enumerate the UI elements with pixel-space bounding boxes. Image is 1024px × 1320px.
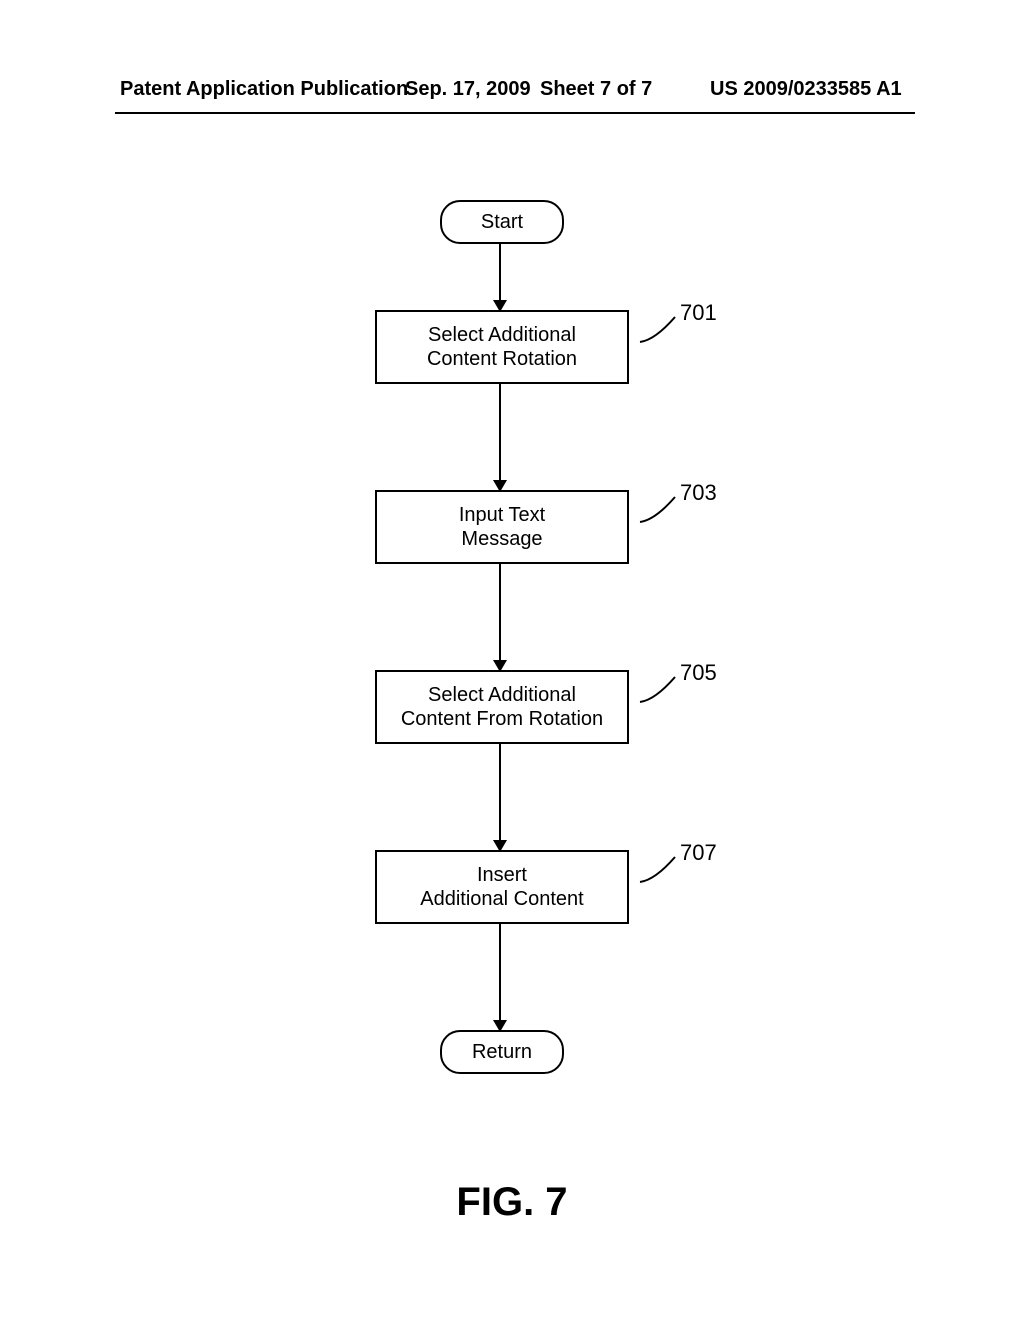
- reference-number-703: 703: [680, 480, 717, 506]
- process-step-4: InsertAdditional Content: [375, 850, 629, 924]
- process-step-2: Input TextMessage: [375, 490, 629, 564]
- reference-label: 707: [680, 840, 717, 865]
- patent-page: Patent Application Publication Sep. 17, …: [0, 0, 1024, 1320]
- arrow-step4-to-return: [499, 922, 501, 1030]
- reference-number-701: 701: [680, 300, 717, 326]
- reference-label: 701: [680, 300, 717, 325]
- terminator-start: Start: [440, 200, 564, 244]
- process-step-1: Select AdditionalContent Rotation: [375, 310, 629, 384]
- reference-label: 703: [680, 480, 717, 505]
- header-pub-number: US 2009/0233585 A1: [710, 78, 902, 101]
- leader-line-icon: [640, 852, 680, 882]
- process-step-3: Select AdditionalContent From Rotation: [375, 670, 629, 744]
- leader-line-icon: [640, 492, 680, 522]
- arrow-step1-to-step2: [499, 382, 501, 490]
- figure-caption: FIG. 7: [0, 1180, 1024, 1225]
- reference-label: 705: [680, 660, 717, 685]
- header-rule: [115, 112, 915, 114]
- header-date: Sep. 17, 2009: [405, 78, 531, 101]
- reference-number-705: 705: [680, 660, 717, 686]
- reference-number-707: 707: [680, 840, 717, 866]
- leader-line-icon: [640, 312, 680, 342]
- leader-line-icon: [640, 672, 680, 702]
- arrow-start-to-step1: [499, 242, 501, 310]
- terminator-return: Return: [440, 1030, 564, 1074]
- arrow-step2-to-step3: [499, 562, 501, 670]
- header-sheet: Sheet 7 of 7: [540, 78, 652, 101]
- arrow-step3-to-step4: [499, 742, 501, 850]
- header-publication-type: Patent Application Publication: [120, 78, 408, 101]
